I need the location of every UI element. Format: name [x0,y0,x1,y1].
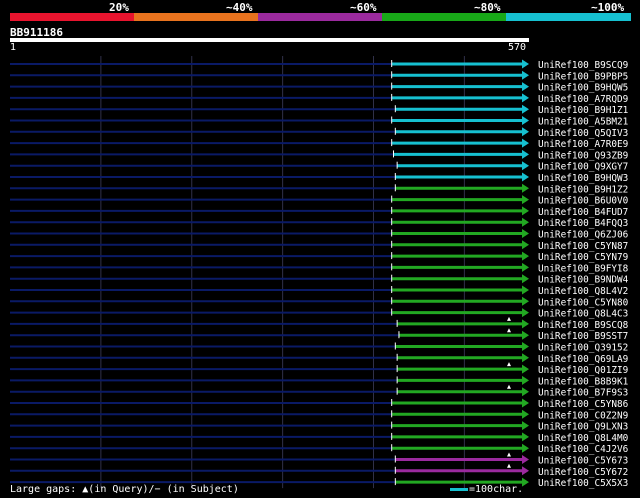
alignment-arrow-icon [522,353,529,363]
hit-label[interactable]: UniRef100_C5YN87 [538,241,628,252]
alignment-arrow-icon [522,183,529,193]
alignment-arrow-icon [522,398,529,408]
hit-label[interactable]: UniRef100_B6U0V0 [538,196,629,207]
alignment-arrow-icon [522,387,529,397]
query-gap-marker-icon [507,328,511,333]
hit-label[interactable]: UniRef100_C5YN86 [538,399,629,410]
alignment-arrow-icon [522,443,529,453]
scale-key: =100char. [450,484,523,495]
alignment-arrow-icon [522,421,529,431]
hit-label[interactable]: UniRef100_Q8L4M0 [538,433,629,444]
query-gap-marker-icon [507,463,511,468]
hit-label[interactable]: UniRef100_B9NDW4 [538,275,629,286]
query-gap-marker-icon [507,452,511,457]
query-gap-marker-icon [507,362,511,367]
hit-label[interactable]: UniRef100_C5X5X3 [538,478,628,489]
hit-label[interactable]: UniRef100_B4FQQ3 [538,218,628,229]
alignment-overview-plot: UniRef100_B9SCQ9UniRef100_B9PBP5UniRef10… [10,56,629,489]
alignment-arrow-icon [522,296,529,306]
alignment-arrow-icon [522,93,529,103]
scale-key-label: =100char. [469,484,524,495]
hit-label[interactable]: UniRef100_B9H1Z2 [538,184,628,195]
hit-label[interactable]: UniRef100_B7F9S3 [538,388,628,399]
hit-label[interactable]: UniRef100_B9FYI8 [538,263,629,274]
gap-legend-label: Large gaps: [10,484,77,495]
alignment-arrow-icon [522,195,529,205]
alignment-arrow-icon [522,127,529,137]
alignment-arrow-icon [522,82,529,92]
subject-gap-marker-icon: − [154,484,161,495]
alignment-arrow-icon [522,319,529,329]
hit-label[interactable]: UniRef100_C5Y673 [538,456,628,467]
alignment-arrow-icon [522,308,529,318]
alignment-arrow-icon [522,161,529,171]
hit-label[interactable]: UniRef100_B8B9K1 [538,376,629,387]
hit-label[interactable]: UniRef100_C0Z2N9 [538,410,629,421]
hit-label[interactable]: UniRef100_B9HQW5 [538,83,628,94]
alignment-arrow-icon [522,229,529,238]
hit-label[interactable]: UniRef100_A7R0E9 [538,139,629,150]
hit-label[interactable]: UniRef100_B9SCQ9 [538,60,629,71]
alignment-arrow-icon [522,466,529,476]
hit-label[interactable]: UniRef100_Q93ZB9 [538,150,629,161]
hit-label[interactable]: UniRef100_C4J2V6 [538,444,629,455]
hit-label[interactable]: UniRef100_Q01ZI9 [538,365,629,376]
hit-label[interactable]: UniRef100_C5YN79 [538,252,629,263]
scale-bar-icon [450,487,468,491]
gap-legend: Large gaps: ▲(in Query)/− (in Subject) [10,484,239,495]
alignment-arrow-icon [522,217,529,227]
hit-label[interactable]: UniRef100_B4FUD7 [538,207,628,218]
hit-label[interactable]: UniRef100_C5Y672 [538,467,628,478]
hit-label[interactable]: UniRef100_B9SST7 [538,331,628,342]
hit-label[interactable]: UniRef100_A7RQD9 [538,94,629,105]
alignment-arrow-icon [522,432,529,442]
alignment-arrow-icon [522,285,529,295]
alignment-arrow-icon [522,149,529,159]
alignment-arrow-icon [522,206,529,216]
hit-label[interactable]: UniRef100_Q39152 [538,343,628,354]
alignment-arrow-icon [522,330,529,340]
hit-label[interactable]: UniRef100_Q69LA9 [538,354,629,365]
alignment-arrow-icon [522,138,529,148]
hit-label[interactable]: UniRef100_B9H1Z1 [538,105,629,116]
query-gap-marker-icon [507,384,511,389]
alignment-arrow-icon [522,104,529,114]
alignment-arrow-icon [522,364,529,374]
hit-label[interactable]: UniRef100_Q5QIV3 [538,128,628,139]
alignment-arrow-icon [522,116,529,125]
hit-label[interactable]: UniRef100_Q9XGY7 [538,162,628,173]
alignment-arrow-icon [522,375,529,385]
alignment-arrow-icon [522,70,529,80]
hit-label[interactable]: UniRef100_C5YN80 [538,297,629,308]
alignment-arrow-icon [522,172,529,182]
hit-label[interactable]: UniRef100_B9HQW3 [538,173,628,184]
alignment-arrow-icon [522,455,529,464]
query-gap-marker-icon [507,316,511,321]
hit-label[interactable]: UniRef100_Q8L4C3 [538,309,628,320]
alignment-arrow-icon [522,409,529,419]
hit-label[interactable]: UniRef100_A5BM21 [538,117,629,128]
alignment-arrow-icon [522,262,529,272]
query-gap-label: (in Query)/ [88,484,155,495]
subject-gap-label: (in Subject) [166,484,239,495]
alignment-arrow-icon [522,342,529,351]
hit-label[interactable]: UniRef100_B9SCQ8 [538,320,629,331]
hit-label[interactable]: UniRef100_B9PBP5 [538,71,628,82]
alignment-arrow-icon [522,251,529,261]
alignment-arrow-icon [522,274,529,284]
hit-label[interactable]: UniRef100_Q6ZJ06 [538,230,629,241]
hit-label[interactable]: UniRef100_Q9LXN3 [538,422,628,433]
hit-label[interactable]: UniRef100_Q8L4V2 [538,286,628,297]
alignment-arrow-icon [522,240,529,250]
alignment-arrow-icon [522,59,529,69]
